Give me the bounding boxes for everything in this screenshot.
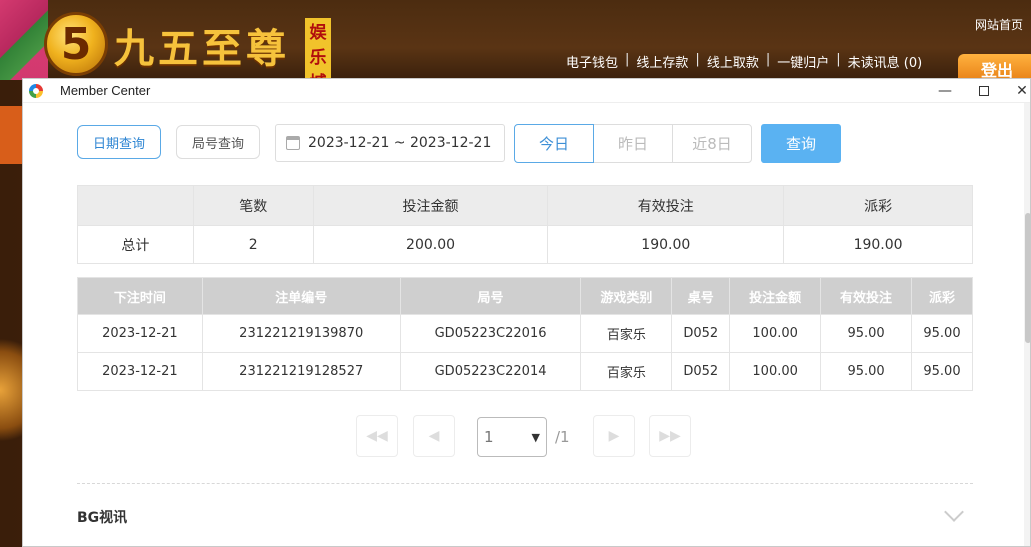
summary-header (77, 185, 194, 226)
query-button[interactable]: 查询 (761, 124, 841, 163)
top-nav: 电子钱包 | 线上存款 | 线上取款 | 一键归户 | 未读讯息 (0) (566, 52, 922, 71)
app-icon (29, 84, 43, 98)
vertical-scrollbar[interactable] (1024, 103, 1030, 546)
table-cell: 100.00 (729, 314, 822, 353)
nav-separator: | (625, 52, 630, 67)
detail-header: 投注金额 (729, 277, 822, 315)
member-center-window: Member Center — ✕ 日期查询 局号查询 2023-12-21 ~… (22, 78, 1031, 547)
calendar-icon (286, 136, 300, 150)
logo-badge-char: 娱 (309, 23, 327, 43)
maximize-button[interactable] (965, 79, 1003, 103)
summary-header: 投注金额 (312, 185, 549, 226)
summary-row: 总计 2 200.00 190.00 190.00 (77, 225, 973, 264)
table-cell: 231221219139870 (201, 314, 401, 353)
summary-header-row: 笔数 投注金额 有效投注 派彩 (77, 185, 973, 226)
home-link[interactable]: 网站首页 (975, 16, 1023, 33)
summary-cell: 190.00 (783, 225, 973, 264)
summary-cell: 2 (192, 225, 314, 264)
nav-withdraw[interactable]: 线上取款 (707, 52, 759, 71)
table-cell: D052 (671, 314, 731, 353)
nav-separator: | (836, 52, 841, 67)
detail-header: 注单编号 (201, 277, 401, 315)
last-page-button[interactable]: ▶▶ (649, 415, 691, 457)
table-cell: 95.00 (820, 352, 912, 391)
table-cell: 2023-12-21 (77, 352, 203, 391)
chevron-down-icon: ▼ (531, 430, 540, 444)
title-bar: Member Center — ✕ (23, 79, 1030, 103)
nav-deposit[interactable]: 线上存款 (636, 52, 688, 71)
minimize-button[interactable]: — (926, 79, 964, 103)
table-cell: 2023-12-21 (77, 314, 203, 353)
summary-cell: 总计 (77, 225, 194, 264)
table-row: 2023-12-21 231221219128527 GD05223C22014… (77, 352, 974, 391)
table-cell: 231221219128527 (201, 352, 401, 391)
date-range-value: 2023-12-21 ~ 2023-12-21 (308, 135, 492, 151)
close-button[interactable]: ✕ (1003, 79, 1030, 103)
logo-badge: 娱 乐 城 (305, 18, 331, 93)
last-8-days-button[interactable]: 近8日 (672, 124, 752, 163)
window-title: Member Center (60, 83, 151, 98)
nav-messages[interactable]: 未读讯息 (0) (848, 52, 923, 71)
detail-header: 有效投注 (820, 277, 912, 315)
detail-header: 桌号 (671, 277, 731, 315)
tab-round-query[interactable]: 局号查询 (176, 125, 260, 159)
logo-text: 九五至尊 (114, 25, 290, 72)
table-cell: GD05223C22016 (399, 314, 582, 353)
gift-ribbon-decoration (0, 0, 48, 80)
nav-consolidate[interactable]: 一键归户 (777, 52, 829, 71)
yesterday-button[interactable]: 昨日 (594, 124, 673, 163)
detail-header: 游戏类别 (580, 277, 673, 315)
summary-cell: 190.00 (547, 225, 785, 264)
page-select-value: 1 (484, 428, 494, 446)
nav-separator: | (765, 52, 771, 67)
nav-wallet[interactable]: 电子钱包 (566, 52, 618, 71)
first-page-button[interactable]: ◀◀ (356, 415, 398, 457)
summary-cell: 200.00 (312, 225, 549, 264)
bet-detail-table: 下注时间 注单编号 局号 游戏类别 桌号 投注金额 有效投注 派彩 2023-1… (77, 277, 974, 391)
table-cell: 100.00 (729, 352, 822, 391)
summary-header: 笔数 (192, 185, 314, 226)
table-row: 2023-12-21 231221219139870 GD05223C22016… (77, 314, 974, 353)
detail-header: 派彩 (910, 277, 974, 315)
table-cell: GD05223C22014 (399, 352, 582, 391)
logo-badge-char: 乐 (309, 48, 327, 68)
prev-page-button[interactable]: ◀ (413, 415, 455, 457)
side-decoration (0, 106, 22, 164)
site-header: 5 九五至尊 娱 乐 城 网站首页 电子钱包 | 线上存款 | 线上取款 | 一键归户… (0, 0, 1031, 93)
summary-table: 笔数 投注金额 有效投注 派彩 总计 2 200.00 190.00 190.0… (77, 185, 973, 264)
tab-date-query[interactable]: 日期查询 (77, 125, 161, 159)
date-range-input[interactable]: 2023-12-21 ~ 2023-12-21 (275, 124, 505, 162)
table-cell: 95.00 (820, 314, 912, 353)
nav-separator: | (695, 52, 700, 67)
table-cell: D052 (671, 352, 731, 391)
detail-header-row: 下注时间 注单编号 局号 游戏类别 桌号 投注金额 有效投注 派彩 (77, 277, 974, 315)
scrollbar-thumb[interactable] (1025, 213, 1030, 343)
page-select[interactable]: 1 ▼ (477, 417, 547, 457)
section-title-bg[interactable]: BG视讯 (77, 507, 127, 527)
detail-header: 局号 (399, 277, 582, 315)
page-total: /1 (555, 428, 570, 446)
main-content: 日期查询 局号查询 2023-12-21 ~ 2023-12-21 今日 昨日 … (23, 103, 1024, 546)
section-divider (77, 483, 973, 484)
side-decoration (0, 330, 22, 450)
table-cell: 95.00 (910, 314, 974, 353)
table-cell: 95.00 (910, 352, 974, 391)
chevron-down-icon[interactable] (944, 502, 964, 522)
logo-emblem: 5 (44, 12, 108, 76)
detail-header: 下注时间 (77, 277, 203, 315)
today-button[interactable]: 今日 (514, 124, 594, 163)
summary-header: 派彩 (783, 185, 973, 226)
next-page-button[interactable]: ▶ (593, 415, 635, 457)
summary-header: 有效投注 (547, 185, 785, 226)
maximize-icon (979, 86, 989, 96)
table-cell: 百家乐 (580, 352, 673, 391)
table-cell: 百家乐 (580, 314, 673, 353)
